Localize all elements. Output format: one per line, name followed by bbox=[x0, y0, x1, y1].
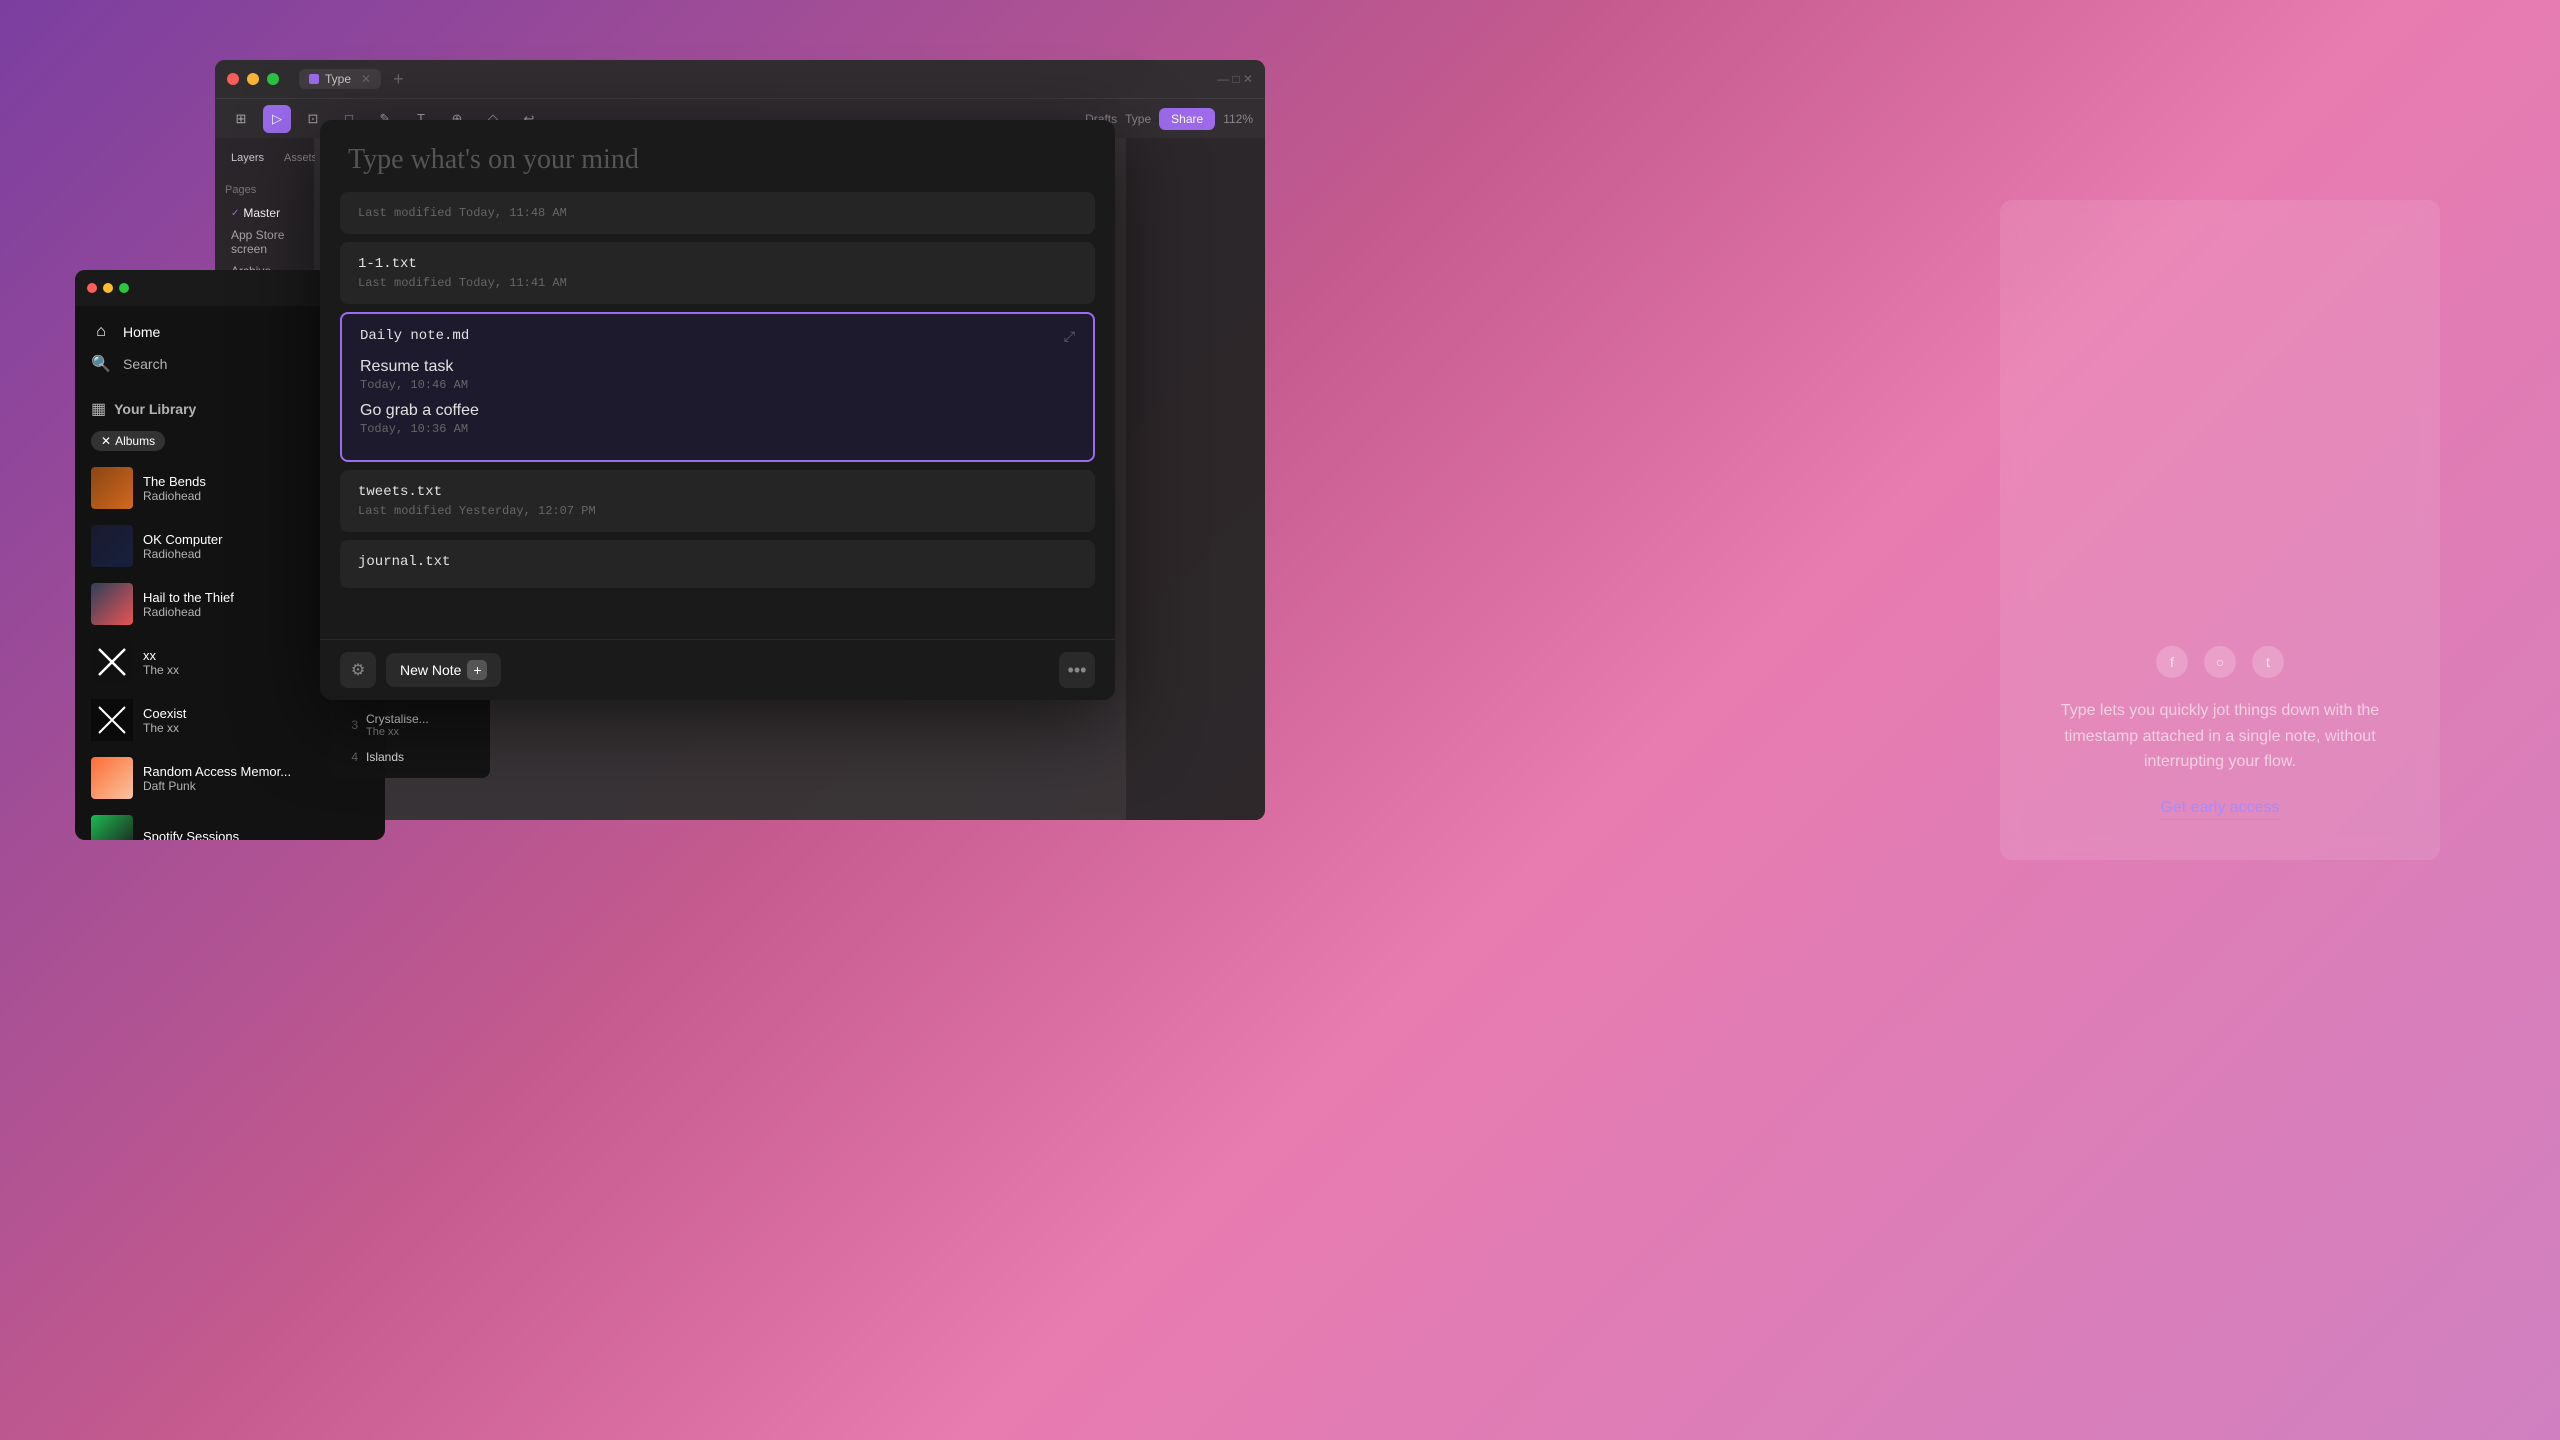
settings-button[interactable]: ⚙ bbox=[340, 652, 376, 688]
album-item-spotify-sessions[interactable]: Spotify Sessions bbox=[75, 807, 385, 840]
facebook-icon[interactable]: f bbox=[2156, 646, 2188, 678]
figma-type-label: Type bbox=[1125, 112, 1151, 126]
search-icon: 🔍 bbox=[91, 354, 111, 374]
filter-chip-albums[interactable]: ✕ Albums bbox=[91, 431, 165, 451]
note-meta-tweets: Last modified Yesterday, 12:07 PM bbox=[358, 504, 1077, 518]
note-entry-time-resume: Today, 10:46 AM bbox=[360, 378, 1075, 392]
note-entry-title-resume: Resume task bbox=[360, 358, 1075, 376]
album-art-ok-computer bbox=[91, 525, 133, 567]
spotify-minimize-dot[interactable] bbox=[103, 283, 113, 293]
album-art-coexist bbox=[91, 699, 133, 741]
track-info-islands: Islands bbox=[366, 750, 478, 764]
get-early-access-button[interactable]: Get early access bbox=[2160, 799, 2279, 820]
social-icons: f ○ t bbox=[2156, 646, 2284, 678]
home-label: Home bbox=[123, 324, 160, 340]
album-name-spotify-sessions: Spotify Sessions bbox=[143, 829, 369, 841]
note-entry-resume: Resume task Today, 10:46 AM bbox=[360, 358, 1075, 392]
chip-close-icon[interactable]: ✕ bbox=[101, 434, 111, 448]
spotify-maximize-dot[interactable] bbox=[119, 283, 129, 293]
note-filename-tweets: tweets.txt bbox=[358, 484, 1077, 500]
track-item-crystalise[interactable]: 3 Crystalise... The xx bbox=[330, 706, 490, 744]
modal-footer: ⚙ New Note + ••• bbox=[320, 639, 1115, 700]
new-note-button[interactable]: New Note + bbox=[386, 653, 501, 687]
track-name-islands: Islands bbox=[366, 750, 478, 764]
album-art-hail bbox=[91, 583, 133, 625]
figma-window-controls: — □ ✕ bbox=[1217, 72, 1253, 86]
track-num-4: 4 bbox=[342, 750, 358, 764]
note-item-2[interactable]: 1-1.txt Last modified Today, 11:41 AM bbox=[340, 242, 1095, 304]
figma-layers-tab[interactable]: Layers bbox=[225, 148, 270, 168]
album-art-xx bbox=[91, 641, 133, 683]
search-label: Search bbox=[123, 356, 167, 372]
expand-icon[interactable]: ⤢ bbox=[1064, 328, 1075, 345]
note-item-journal[interactable]: journal.txt bbox=[340, 540, 1095, 588]
new-note-label: New Note bbox=[400, 662, 461, 678]
figma-page-appstore[interactable]: App Store screen bbox=[225, 224, 304, 260]
figma-pages-label: Pages bbox=[225, 184, 304, 196]
type-modal: Type what's on your mind Last modified T… bbox=[320, 120, 1115, 700]
tab-close-icon[interactable]: ✕ bbox=[361, 72, 371, 86]
note-filename-2: 1-1.txt bbox=[358, 256, 1077, 272]
album-art-the-bends bbox=[91, 467, 133, 509]
note-filename-journal: journal.txt bbox=[358, 554, 1077, 570]
note-item-1[interactable]: Last modified Today, 11:48 AM bbox=[340, 192, 1095, 234]
track-item-islands[interactable]: 4 Islands bbox=[330, 744, 490, 770]
library-icon: ▦ bbox=[91, 399, 106, 419]
more-icon: ••• bbox=[1068, 660, 1087, 681]
track-artist-crystalise: The xx bbox=[366, 726, 478, 738]
figma-share-btn[interactable]: Share bbox=[1159, 108, 1215, 130]
web-content: f ○ t Type lets you quickly jot things d… bbox=[2000, 200, 2440, 860]
home-icon: ⌂ bbox=[91, 322, 111, 342]
toolbar-grid-btn[interactable]: ⊞ bbox=[227, 105, 255, 133]
album-artist-ram: Daft Punk bbox=[143, 779, 369, 793]
note-meta-2: Last modified Today, 11:41 AM bbox=[358, 276, 1077, 290]
new-note-plus-icon: + bbox=[467, 660, 487, 680]
note-item-daily[interactable]: Daily note.md ⤢ Resume task Today, 10:46… bbox=[340, 312, 1095, 462]
modal-content[interactable]: Last modified Today, 11:48 AM 1-1.txt La… bbox=[320, 192, 1115, 639]
library-title: Your Library bbox=[114, 401, 326, 417]
tab-add-icon[interactable]: + bbox=[393, 69, 404, 90]
spotify-close-dot[interactable] bbox=[87, 283, 97, 293]
album-artist-xx: The xx bbox=[143, 663, 342, 677]
album-art-spotify-sessions bbox=[91, 815, 133, 840]
web-preview: f ○ t Type lets you quickly jot things d… bbox=[2000, 200, 2440, 860]
figma-right-panel bbox=[1125, 138, 1265, 820]
figma-zoom-label: 112% bbox=[1223, 112, 1253, 126]
note-entry-coffee: Go grab a coffee Today, 10:36 AM bbox=[360, 402, 1075, 436]
figma-titlebar: Type ✕ + — □ ✕ bbox=[215, 60, 1265, 98]
note-entry-time-coffee: Today, 10:36 AM bbox=[360, 422, 1075, 436]
web-description: Type lets you quickly jot things down wi… bbox=[2030, 698, 2410, 775]
album-name-xx: xx bbox=[143, 648, 342, 663]
figma-page-master[interactable]: ✓ Master bbox=[225, 202, 304, 224]
modal-placeholder: Type what's on your mind bbox=[348, 144, 639, 175]
tab-type-label: Type bbox=[325, 72, 351, 86]
figma-tab-type[interactable]: Type ✕ bbox=[299, 69, 381, 89]
tab-type-icon bbox=[309, 74, 319, 84]
track-num-3: 3 bbox=[342, 718, 358, 732]
album-info-spotify-sessions: Spotify Sessions bbox=[143, 829, 369, 841]
twitter-icon[interactable]: t bbox=[2252, 646, 2284, 678]
close-dot[interactable] bbox=[227, 73, 239, 85]
chip-label: Albums bbox=[115, 434, 155, 448]
maximize-dot[interactable] bbox=[267, 73, 279, 85]
note-meta-1: Last modified Today, 11:48 AM bbox=[358, 206, 1077, 220]
track-name-crystalise: Crystalise... bbox=[366, 712, 478, 726]
minimize-dot[interactable] bbox=[247, 73, 259, 85]
note-item-tweets[interactable]: tweets.txt Last modified Yesterday, 12:0… bbox=[340, 470, 1095, 532]
note-filename-daily: Daily note.md bbox=[360, 328, 469, 344]
toolbar-pointer-btn[interactable]: ▷ bbox=[263, 105, 291, 133]
track-info-crystalise: Crystalise... The xx bbox=[366, 712, 478, 738]
note-entry-title-coffee: Go grab a coffee bbox=[360, 402, 1075, 420]
more-options-button[interactable]: ••• bbox=[1059, 652, 1095, 688]
album-info-xx: xx The xx bbox=[143, 648, 342, 677]
modal-header: Type what's on your mind bbox=[320, 120, 1115, 192]
instagram-icon[interactable]: ○ bbox=[2204, 646, 2236, 678]
album-art-ram bbox=[91, 757, 133, 799]
